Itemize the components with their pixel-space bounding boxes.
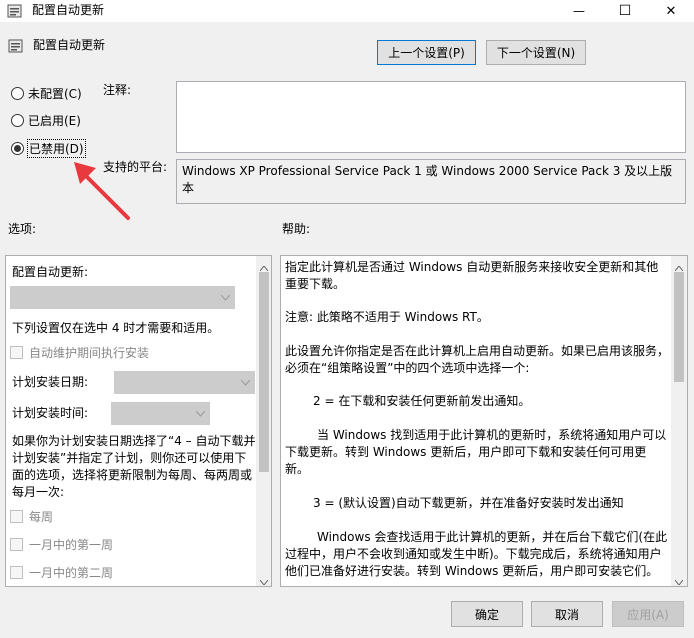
checkbox-box[interactable] (10, 566, 23, 579)
platform-textbox: Windows XP Professional Service Pack 1 或… (176, 159, 686, 204)
radio-circle-selected[interactable] (11, 141, 24, 155)
setting-title: 配置自动更新 (33, 38, 106, 52)
close-icon: ✕ (665, 3, 677, 19)
minimize-button[interactable]: — (556, 0, 602, 22)
schedule-day-label: 计划安装日期: (12, 375, 89, 389)
chevron-down-icon (241, 379, 250, 386)
window-title: 配置自动更新 (32, 3, 105, 17)
help-paragraph: 指定此计算机是否通过 Windows 自动更新服务来接收安全更新和其他重要下载。 (285, 260, 659, 291)
platform-label: 支持的平台: (103, 160, 168, 174)
radio-label: 已启用(E) (28, 113, 81, 128)
schedule-time-label: 计划安装时间: (12, 406, 89, 420)
second-week-checkbox[interactable]: 一月中的第二周 (10, 564, 113, 581)
options-note: 下列设置仅在选中 4 时才需要和适用。 (12, 321, 220, 335)
policy-icon (7, 3, 23, 19)
policy-icon (8, 38, 24, 54)
close-button[interactable]: ✕ (648, 0, 694, 22)
checkbox-label: 自动维护期间执行安装 (29, 346, 150, 360)
help-panel: 指定此计算机是否通过 Windows 自动更新服务来接收安全更新和其他重要下载。… (280, 255, 688, 587)
cancel-button[interactable]: 取消 (531, 601, 603, 627)
checkbox-box[interactable] (10, 538, 23, 551)
apply-button[interactable]: 应用(A) (612, 601, 684, 627)
first-week-checkbox[interactable]: 一月中的第一周 (10, 536, 113, 553)
options-panel: 配置自动更新: 下列设置仅在选中 4 时才需要和适用。 自动维护期间执行安装 计… (5, 255, 272, 587)
maximize-icon: ☐ (618, 3, 632, 19)
minimize-icon: — (573, 4, 585, 18)
radio-label: 未配置(C) (28, 86, 82, 101)
radio-label: 已禁用(D) (27, 138, 86, 158)
checkbox-box[interactable] (10, 346, 23, 359)
help-paragraph: Windows 会查找适用于此计算机的更新，并在后台下载它们(在此过程中，用户不… (285, 530, 668, 578)
scroll-thumb[interactable] (674, 272, 684, 382)
maximize-button[interactable]: ☐ (602, 0, 648, 22)
radio-enabled[interactable]: 已启用(E) (11, 112, 81, 128)
help-paragraph: 2 = 在下载和安装任何更新前发出通知。 (313, 394, 531, 408)
configure-combo[interactable] (10, 286, 235, 309)
checkbox-label: 一月中的第二周 (29, 566, 114, 580)
scroll-down-icon[interactable] (259, 574, 269, 586)
configure-label: 配置自动更新: (12, 265, 89, 279)
platform-text: Windows XP Professional Service Pack 1 或… (182, 164, 673, 195)
help-scrollbar[interactable] (671, 256, 687, 586)
help-paragraph: 当 Windows 找到适用于此计算机的更新时，系统将通知用户可以下载更新。转到… (285, 428, 667, 476)
schedule-time-combo[interactable] (111, 402, 210, 425)
scroll-thumb[interactable] (259, 272, 269, 472)
checkbox-label: 一月中的第一周 (29, 538, 114, 552)
radio-disabled[interactable]: 已禁用(D) (11, 138, 86, 158)
chevron-down-icon (221, 294, 230, 301)
checkbox-box[interactable] (10, 510, 23, 523)
radio-circle[interactable] (11, 113, 24, 127)
checkbox-label: 每周 (29, 510, 54, 524)
help-paragraph: 注意: 此策略不适用于 Windows RT。 (285, 310, 489, 324)
help-label: 帮助: (282, 222, 311, 236)
maintenance-checkbox[interactable]: 自动维护期间执行安装 (10, 344, 149, 361)
help-paragraph: 3 = (默认设置)自动下载更新，并在准备好安装时发出通知 (313, 496, 624, 510)
schedule-day-combo[interactable] (114, 371, 255, 394)
radio-circle[interactable] (11, 86, 24, 100)
radio-not-configured[interactable]: 未配置(C) (11, 85, 82, 101)
options-long-note: 如果你为计划安装日期选择了“4 – 自动下载并计划安装”并指定了计划，则你还可以… (12, 434, 256, 499)
chevron-down-icon (196, 410, 205, 417)
scroll-down-icon[interactable] (674, 574, 684, 586)
help-paragraph: 此设置允许你指定是否在此计算机上启用自动更新。如果已启用该服务，必须在“组策略设… (285, 344, 670, 375)
ok-button[interactable]: 确定 (451, 601, 523, 627)
next-setting-button[interactable]: 下一个设置(N) (486, 40, 586, 65)
comment-label: 注释: (103, 83, 132, 97)
comment-textarea[interactable] (176, 81, 686, 153)
options-scrollbar[interactable] (256, 256, 271, 586)
weekly-checkbox[interactable]: 每周 (10, 508, 53, 525)
prev-setting-button[interactable]: 上一个设置(P) (377, 40, 476, 65)
options-label: 选项: (8, 222, 37, 236)
